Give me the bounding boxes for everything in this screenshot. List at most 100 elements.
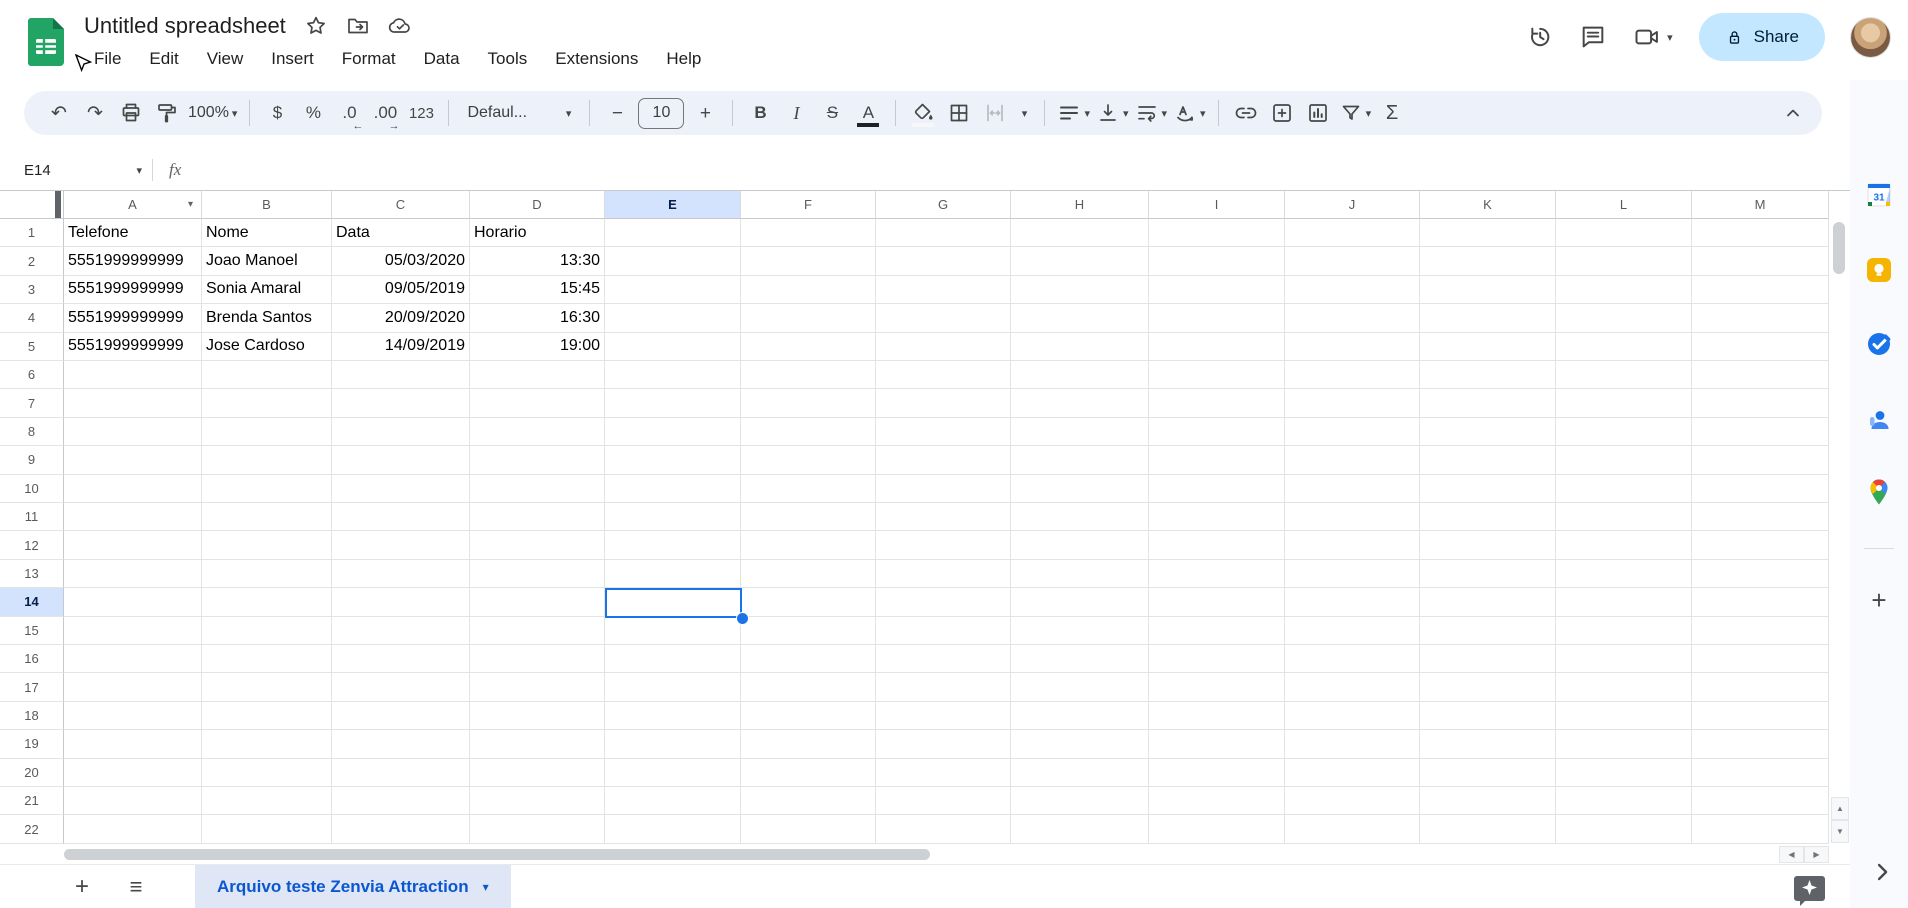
cell-I2[interactable] xyxy=(1149,247,1285,275)
version-history-icon[interactable] xyxy=(1525,23,1553,51)
cell-C15[interactable] xyxy=(332,617,470,645)
column-header-E[interactable]: E xyxy=(605,191,741,219)
cell-I8[interactable] xyxy=(1149,418,1285,446)
cell-B4[interactable]: Brenda Santos xyxy=(202,304,332,332)
cell-E2[interactable] xyxy=(605,247,741,275)
cell-B8[interactable] xyxy=(202,418,332,446)
cell-A9[interactable] xyxy=(64,446,202,474)
strikethrough-button[interactable]: S xyxy=(817,97,847,129)
font-size-input[interactable]: 10 xyxy=(638,98,684,129)
cell-K15[interactable] xyxy=(1420,617,1556,645)
cell-G17[interactable] xyxy=(876,673,1011,701)
cell-C7[interactable] xyxy=(332,389,470,417)
cell-B19[interactable] xyxy=(202,730,332,758)
cell-L20[interactable] xyxy=(1556,759,1692,787)
cell-K16[interactable] xyxy=(1420,645,1556,673)
cell-K4[interactable] xyxy=(1420,304,1556,332)
scroll-right-button[interactable]: ▶ xyxy=(1804,846,1829,863)
text-wrap-button[interactable]: ▾ xyxy=(1135,97,1168,129)
menu-file[interactable]: File xyxy=(84,46,131,72)
cell-A7[interactable] xyxy=(64,389,202,417)
cell-B2[interactable]: Joao Manoel xyxy=(202,247,332,275)
cell-E3[interactable] xyxy=(605,276,741,304)
cell-H8[interactable] xyxy=(1011,418,1149,446)
cell-J3[interactable] xyxy=(1285,276,1420,304)
cell-H14[interactable] xyxy=(1011,588,1149,616)
cell-E21[interactable] xyxy=(605,787,741,815)
cell-H10[interactable] xyxy=(1011,475,1149,503)
cell-L4[interactable] xyxy=(1556,304,1692,332)
cell-K2[interactable] xyxy=(1420,247,1556,275)
scroll-down-button[interactable]: ▼ xyxy=(1831,820,1849,843)
cell-D14[interactable] xyxy=(470,588,605,616)
cell-M2[interactable] xyxy=(1692,247,1829,275)
insert-comment-button[interactable] xyxy=(1267,97,1297,129)
camera-dropdown-icon[interactable]: ▾ xyxy=(1667,31,1673,44)
cell-L13[interactable] xyxy=(1556,560,1692,588)
google-contacts-icon[interactable] xyxy=(1864,405,1894,435)
cell-F22[interactable] xyxy=(741,815,876,843)
cell-C6[interactable] xyxy=(332,361,470,389)
cell-I20[interactable] xyxy=(1149,759,1285,787)
cell-K8[interactable] xyxy=(1420,418,1556,446)
cell-M9[interactable] xyxy=(1692,446,1829,474)
cell-H15[interactable] xyxy=(1011,617,1149,645)
format-percent-button[interactable]: % xyxy=(298,97,328,129)
cell-I15[interactable] xyxy=(1149,617,1285,645)
cell-F4[interactable] xyxy=(741,304,876,332)
cell-M18[interactable] xyxy=(1692,702,1829,730)
account-avatar[interactable] xyxy=(1851,18,1890,57)
print-button[interactable] xyxy=(116,97,146,129)
merge-cells-button[interactable] xyxy=(980,97,1010,129)
cell-D17[interactable] xyxy=(470,673,605,701)
cell-F8[interactable] xyxy=(741,418,876,446)
cell-G1[interactable] xyxy=(876,219,1011,247)
cell-I10[interactable] xyxy=(1149,475,1285,503)
cell-J16[interactable] xyxy=(1285,645,1420,673)
cell-D5[interactable]: 19:00 xyxy=(470,333,605,361)
cell-F20[interactable] xyxy=(741,759,876,787)
cell-B3[interactable]: Sonia Amaral xyxy=(202,276,332,304)
cell-J10[interactable] xyxy=(1285,475,1420,503)
cell-E4[interactable] xyxy=(605,304,741,332)
cell-D13[interactable] xyxy=(470,560,605,588)
cell-B7[interactable] xyxy=(202,389,332,417)
cell-J7[interactable] xyxy=(1285,389,1420,417)
horizontal-scrollbar-thumb[interactable] xyxy=(64,849,930,860)
cell-L21[interactable] xyxy=(1556,787,1692,815)
cell-J5[interactable] xyxy=(1285,333,1420,361)
cell-C18[interactable] xyxy=(332,702,470,730)
cell-G20[interactable] xyxy=(876,759,1011,787)
cell-E18[interactable] xyxy=(605,702,741,730)
cell-K3[interactable] xyxy=(1420,276,1556,304)
row-header-3[interactable]: 3 xyxy=(0,276,64,304)
row-header-8[interactable]: 8 xyxy=(0,418,64,446)
row-header-9[interactable]: 9 xyxy=(0,446,64,474)
cell-F12[interactable] xyxy=(741,531,876,559)
cell-K6[interactable] xyxy=(1420,361,1556,389)
cell-C19[interactable] xyxy=(332,730,470,758)
cell-K7[interactable] xyxy=(1420,389,1556,417)
cell-B10[interactable] xyxy=(202,475,332,503)
cell-L6[interactable] xyxy=(1556,361,1692,389)
cell-J4[interactable] xyxy=(1285,304,1420,332)
row-header-1[interactable]: 1 xyxy=(0,219,64,247)
borders-button[interactable] xyxy=(944,97,974,129)
vertical-scrollbar-thumb[interactable] xyxy=(1833,222,1845,274)
cell-B17[interactable] xyxy=(202,673,332,701)
cell-K17[interactable] xyxy=(1420,673,1556,701)
cell-K19[interactable] xyxy=(1420,730,1556,758)
cell-H13[interactable] xyxy=(1011,560,1149,588)
cell-M13[interactable] xyxy=(1692,560,1829,588)
cell-M20[interactable] xyxy=(1692,759,1829,787)
cell-M11[interactable] xyxy=(1692,503,1829,531)
cell-I12[interactable] xyxy=(1149,531,1285,559)
cell-J15[interactable] xyxy=(1285,617,1420,645)
cell-G9[interactable] xyxy=(876,446,1011,474)
cell-G22[interactable] xyxy=(876,815,1011,843)
cell-I4[interactable] xyxy=(1149,304,1285,332)
row-header-2[interactable]: 2 xyxy=(0,247,64,275)
font-family-select[interactable]: Defaul... ▾ xyxy=(461,97,577,129)
cell-A14[interactable] xyxy=(64,588,202,616)
cell-C11[interactable] xyxy=(332,503,470,531)
